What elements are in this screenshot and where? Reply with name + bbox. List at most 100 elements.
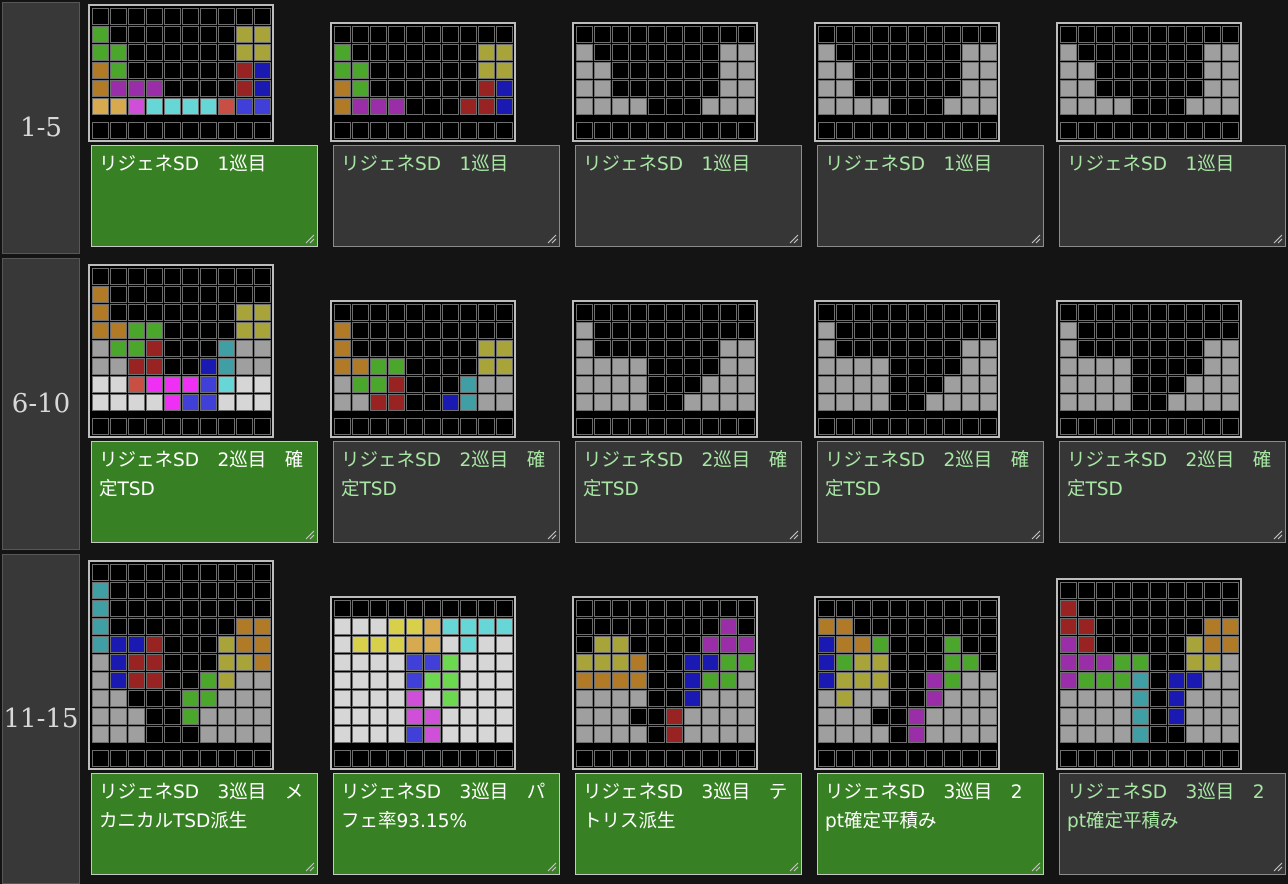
memo-textarea[interactable]: リジェネSD 2巡目 確定TSD — [91, 441, 318, 543]
empty-cell — [944, 62, 961, 79]
empty-cell — [702, 358, 719, 375]
block-cell — [254, 98, 271, 115]
resize-grip-icon[interactable] — [545, 232, 557, 244]
empty-cell — [388, 340, 405, 357]
block-cell — [1114, 376, 1131, 393]
empty-cell — [962, 304, 979, 321]
queue-cell — [164, 122, 181, 139]
memo-textarea[interactable]: リジェネSD 3巡目 パフェ率93.15% — [333, 773, 560, 875]
resize-grip-icon[interactable] — [787, 528, 799, 540]
resize-grip-icon[interactable] — [303, 860, 315, 872]
memo-textarea[interactable]: リジェネSD 2巡目 確定TSD — [1059, 441, 1286, 543]
block-cell — [236, 636, 253, 653]
queue-cell — [854, 418, 871, 435]
block-cell — [254, 26, 271, 43]
empty-cell — [460, 44, 477, 61]
empty-cell — [926, 654, 943, 671]
empty-cell — [944, 618, 961, 635]
block-cell — [1204, 44, 1221, 61]
block-cell — [1060, 690, 1077, 707]
resize-grip-icon[interactable] — [1029, 860, 1041, 872]
resize-grip-icon[interactable] — [545, 528, 557, 540]
block-cell — [92, 98, 109, 115]
empty-cell — [738, 618, 755, 635]
block-cell — [720, 618, 737, 635]
empty-cell — [146, 600, 163, 617]
block-cell — [738, 80, 755, 97]
block-cell — [218, 654, 235, 671]
memo-text: リジェネSD 1巡目 — [825, 154, 993, 175]
empty-cell — [1096, 44, 1113, 61]
empty-cell — [612, 80, 629, 97]
block-cell — [236, 726, 253, 743]
block-cell — [1186, 376, 1203, 393]
next-queue-strip — [334, 750, 514, 767]
block-cell — [1222, 98, 1239, 115]
queue-cell — [478, 122, 495, 139]
memo-textarea[interactable]: リジェネSD 3巡目 テトリス派生 — [575, 773, 802, 875]
memo-textarea[interactable]: リジェネSD 1巡目 — [91, 145, 318, 247]
block-cell — [612, 358, 629, 375]
block-cell — [424, 672, 441, 689]
empty-cell — [908, 636, 925, 653]
queue-cell — [110, 122, 127, 139]
empty-cell — [1222, 600, 1239, 617]
memo-textarea[interactable]: リジェネSD 1巡目 — [817, 145, 1044, 247]
resize-grip-icon[interactable] — [303, 528, 315, 540]
row-label: 11-15 — [2, 554, 80, 884]
memo-textarea[interactable]: リジェネSD 2巡目 確定TSD — [333, 441, 560, 543]
block-cell — [236, 376, 253, 393]
queue-cell — [200, 750, 217, 767]
empty-cell — [406, 80, 423, 97]
memo-textarea[interactable]: リジェネSD 2巡目 確定TSD — [817, 441, 1044, 543]
queue-cell — [352, 418, 369, 435]
memo-textarea[interactable]: リジェネSD 1巡目 — [575, 145, 802, 247]
empty-cell — [1150, 636, 1167, 653]
memo-textarea[interactable]: リジェネSD 3巡目 2pt確定平積み — [1059, 773, 1286, 875]
board-grid — [1060, 304, 1240, 412]
board-field — [572, 22, 758, 142]
empty-cell — [254, 564, 271, 581]
block-cell — [576, 340, 593, 357]
empty-cell — [890, 340, 907, 357]
resize-grip-icon[interactable] — [545, 860, 557, 872]
block-cell — [854, 708, 871, 725]
resize-grip-icon[interactable] — [1271, 860, 1283, 872]
empty-cell — [630, 340, 647, 357]
memo-textarea[interactable]: リジェネSD 2巡目 確定TSD — [575, 441, 802, 543]
empty-cell — [648, 358, 665, 375]
queue-cell — [352, 750, 369, 767]
block-cell — [612, 654, 629, 671]
empty-cell — [182, 44, 199, 61]
block-cell — [406, 708, 423, 725]
board-field — [1056, 22, 1242, 142]
empty-cell — [980, 636, 997, 653]
memo-textarea[interactable]: リジェネSD 1巡目 — [1059, 145, 1286, 247]
empty-cell — [1204, 600, 1221, 617]
block-cell — [92, 286, 109, 303]
empty-cell — [1114, 44, 1131, 61]
block-cell — [1096, 708, 1113, 725]
empty-cell — [200, 80, 217, 97]
resize-grip-icon[interactable] — [1029, 528, 1041, 540]
block-cell — [980, 394, 997, 411]
memo-textarea[interactable]: リジェネSD 1巡目 — [333, 145, 560, 247]
block-cell — [738, 636, 755, 653]
resize-grip-icon[interactable] — [1271, 232, 1283, 244]
block-cell — [1204, 62, 1221, 79]
block-cell — [1078, 358, 1095, 375]
empty-cell — [908, 672, 925, 689]
resize-grip-icon[interactable] — [303, 232, 315, 244]
memo-textarea[interactable]: リジェネSD 3巡目 メカニカルTSD派生 — [91, 773, 318, 875]
resize-grip-icon[interactable] — [1271, 528, 1283, 540]
block-cell — [388, 636, 405, 653]
empty-cell — [460, 304, 477, 321]
empty-cell — [872, 322, 889, 339]
board-grid — [576, 26, 756, 116]
queue-cell — [236, 418, 253, 435]
resize-grip-icon[interactable] — [787, 232, 799, 244]
memo-textarea[interactable]: リジェネSD 3巡目 2pt確定平積み — [817, 773, 1044, 875]
empty-cell — [478, 600, 495, 617]
resize-grip-icon[interactable] — [787, 860, 799, 872]
resize-grip-icon[interactable] — [1029, 232, 1041, 244]
